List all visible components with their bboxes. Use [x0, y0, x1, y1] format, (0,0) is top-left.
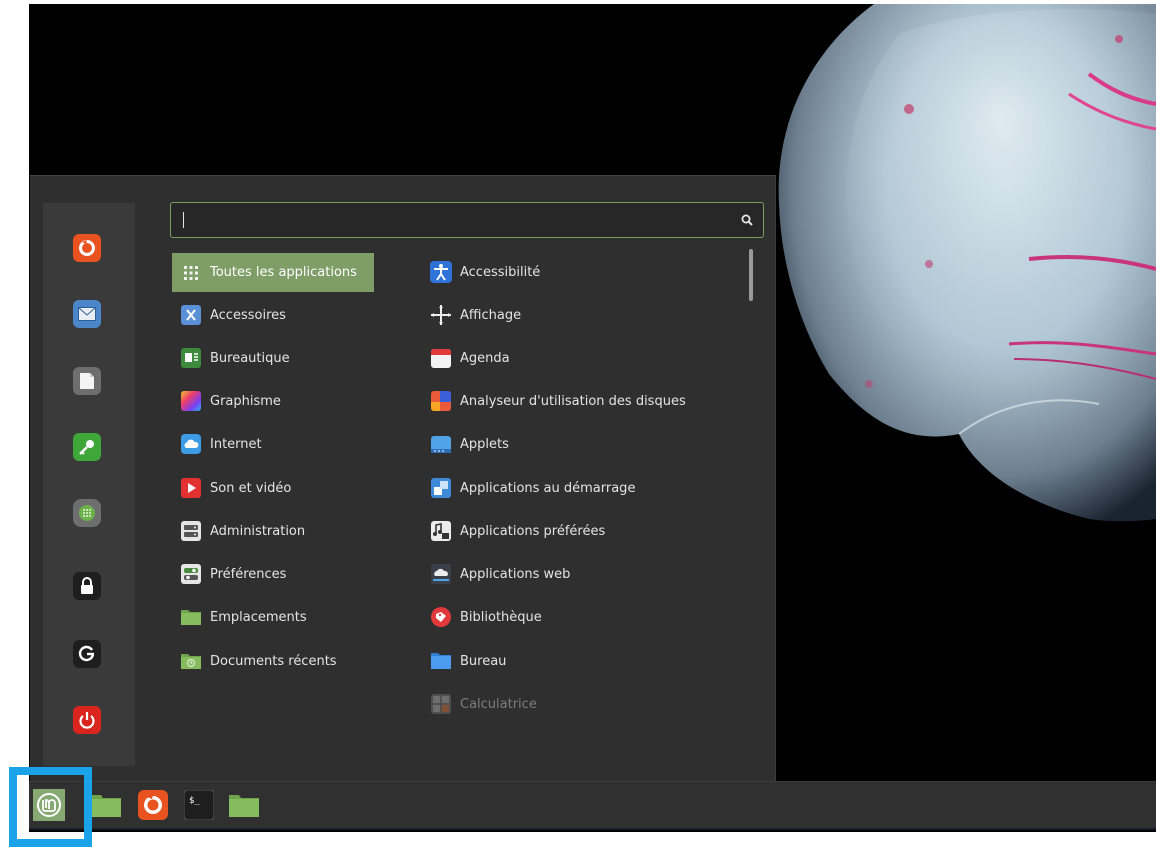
app-desktop[interactable]: Bureau	[428, 644, 758, 678]
favorite-firefox[interactable]	[73, 234, 101, 262]
category-label: Emplacements	[210, 609, 307, 625]
menu-button-highlight	[9, 767, 92, 847]
firefox-launcher[interactable]	[137, 789, 169, 821]
firefox-icon	[138, 790, 168, 820]
category-office[interactable]: Bureautique	[172, 341, 374, 375]
app-calendar[interactable]: Agenda	[428, 341, 758, 375]
search-box[interactable]	[170, 202, 764, 238]
startup-apps-icon	[430, 477, 452, 499]
favorite-logout[interactable]	[73, 640, 101, 668]
category-places[interactable]: Emplacements	[172, 600, 374, 634]
app-label: Affichage	[460, 307, 522, 323]
app-web-applications[interactable]: Applications web	[428, 557, 758, 591]
category-accessories[interactable]: Accessoires	[172, 298, 374, 332]
favorites-sidebar	[43, 203, 135, 766]
keys-icon	[79, 440, 94, 455]
category-sound-video[interactable]: Son et vidéo	[172, 471, 374, 505]
recent-folder-icon	[180, 650, 202, 672]
search-icon	[741, 214, 753, 226]
app-display[interactable]: Affichage	[428, 298, 758, 332]
search-input[interactable]	[171, 203, 763, 237]
app-library[interactable]: Bibliothèque	[428, 600, 758, 634]
favorite-lock-screen[interactable]	[73, 572, 101, 600]
text-caret	[183, 212, 184, 228]
app-label: Applications au démarrage	[460, 480, 636, 496]
folder-icon	[229, 795, 259, 817]
desktop-icon	[430, 650, 452, 672]
app-label: Agenda	[460, 350, 510, 366]
administration-icon	[180, 520, 202, 542]
app-label: Bureau	[460, 653, 507, 669]
graphics-icon	[180, 390, 202, 412]
category-label: Documents récents	[210, 653, 337, 669]
category-label: Bureautique	[210, 350, 290, 366]
category-label: Préférences	[210, 566, 287, 582]
category-internet[interactable]: Internet	[172, 427, 374, 461]
svg-text:$_: $_	[189, 796, 200, 806]
web-apps-icon	[430, 563, 452, 585]
favorite-document[interactable]	[73, 367, 101, 395]
applets-icon	[430, 433, 452, 455]
terminal-launcher[interactable]: $_	[183, 789, 215, 821]
app-label: Applications web	[460, 566, 571, 582]
app-startup-applications[interactable]: Applications au démarrage	[428, 471, 758, 505]
favorite-mail[interactable]	[73, 300, 101, 328]
files-icon	[91, 795, 121, 817]
application-menu: Toutes les applications Accessoires Bure…	[30, 175, 776, 781]
app-applets[interactable]: Applets	[428, 427, 758, 461]
app-preferred-applications[interactable]: Applications préférées	[428, 514, 758, 548]
category-preferences[interactable]: Préférences	[172, 557, 374, 591]
category-administration[interactable]: Administration	[172, 514, 374, 548]
app-label: Applications préférées	[460, 523, 606, 539]
terminal-icon: $_	[184, 790, 214, 820]
app-calculator[interactable]: Calculatrice	[428, 687, 758, 721]
category-label: Internet	[210, 436, 262, 452]
favorite-passwords[interactable]	[73, 433, 101, 461]
internet-icon	[180, 433, 202, 455]
preferred-apps-icon	[430, 520, 452, 542]
document-icon	[80, 373, 94, 389]
app-label: Calculatrice	[460, 696, 537, 712]
category-label: Toutes les applications	[210, 265, 357, 280]
category-graphics[interactable]: Graphisme	[172, 384, 374, 418]
scrollbar-thumb[interactable]	[749, 249, 753, 301]
preferences-icon	[180, 563, 202, 585]
software-manager-icon	[79, 505, 95, 521]
disk-usage-icon	[430, 390, 452, 412]
category-label: Accessoires	[210, 307, 286, 323]
folder-launcher[interactable]	[227, 789, 261, 821]
category-all-applications[interactable]: Toutes les applications	[172, 253, 374, 292]
app-accessibility[interactable]: Accessibilité	[428, 255, 758, 289]
grid-icon	[180, 262, 202, 284]
category-label: Graphisme	[210, 393, 281, 409]
category-label: Administration	[210, 523, 306, 539]
calculator-icon	[430, 693, 452, 715]
logout-icon	[78, 645, 95, 662]
app-label: Analyseur d'utilisation des disques	[460, 393, 686, 409]
screen: Toutes les applications Accessoires Bure…	[0, 0, 1156, 847]
multimedia-icon	[180, 477, 202, 499]
app-disk-usage-analyzer[interactable]: Analyseur d'utilisation des disques	[428, 384, 758, 418]
app-label: Applets	[460, 436, 509, 452]
mail-icon	[78, 307, 96, 321]
display-icon	[430, 304, 452, 326]
shutdown-icon	[79, 712, 95, 729]
category-label: Son et vidéo	[210, 480, 292, 496]
office-icon	[180, 347, 202, 369]
favorite-shutdown[interactable]	[73, 706, 101, 734]
lock-screen-icon	[81, 577, 93, 594]
firefox-icon	[79, 240, 95, 256]
calendar-icon	[430, 347, 452, 369]
files-launcher[interactable]	[89, 789, 123, 821]
panel-bottom-edge	[29, 828, 1156, 830]
folder-icon	[180, 606, 202, 628]
accessibility-icon	[430, 261, 452, 283]
accessories-icon	[180, 304, 202, 326]
app-label: Accessibilité	[460, 264, 541, 280]
app-label: Bibliothèque	[460, 609, 542, 625]
category-recent-documents[interactable]: Documents récents	[172, 644, 374, 678]
bottom-panel: $_	[29, 781, 1156, 830]
favorite-software-manager[interactable]	[73, 499, 101, 527]
library-icon	[430, 606, 452, 628]
